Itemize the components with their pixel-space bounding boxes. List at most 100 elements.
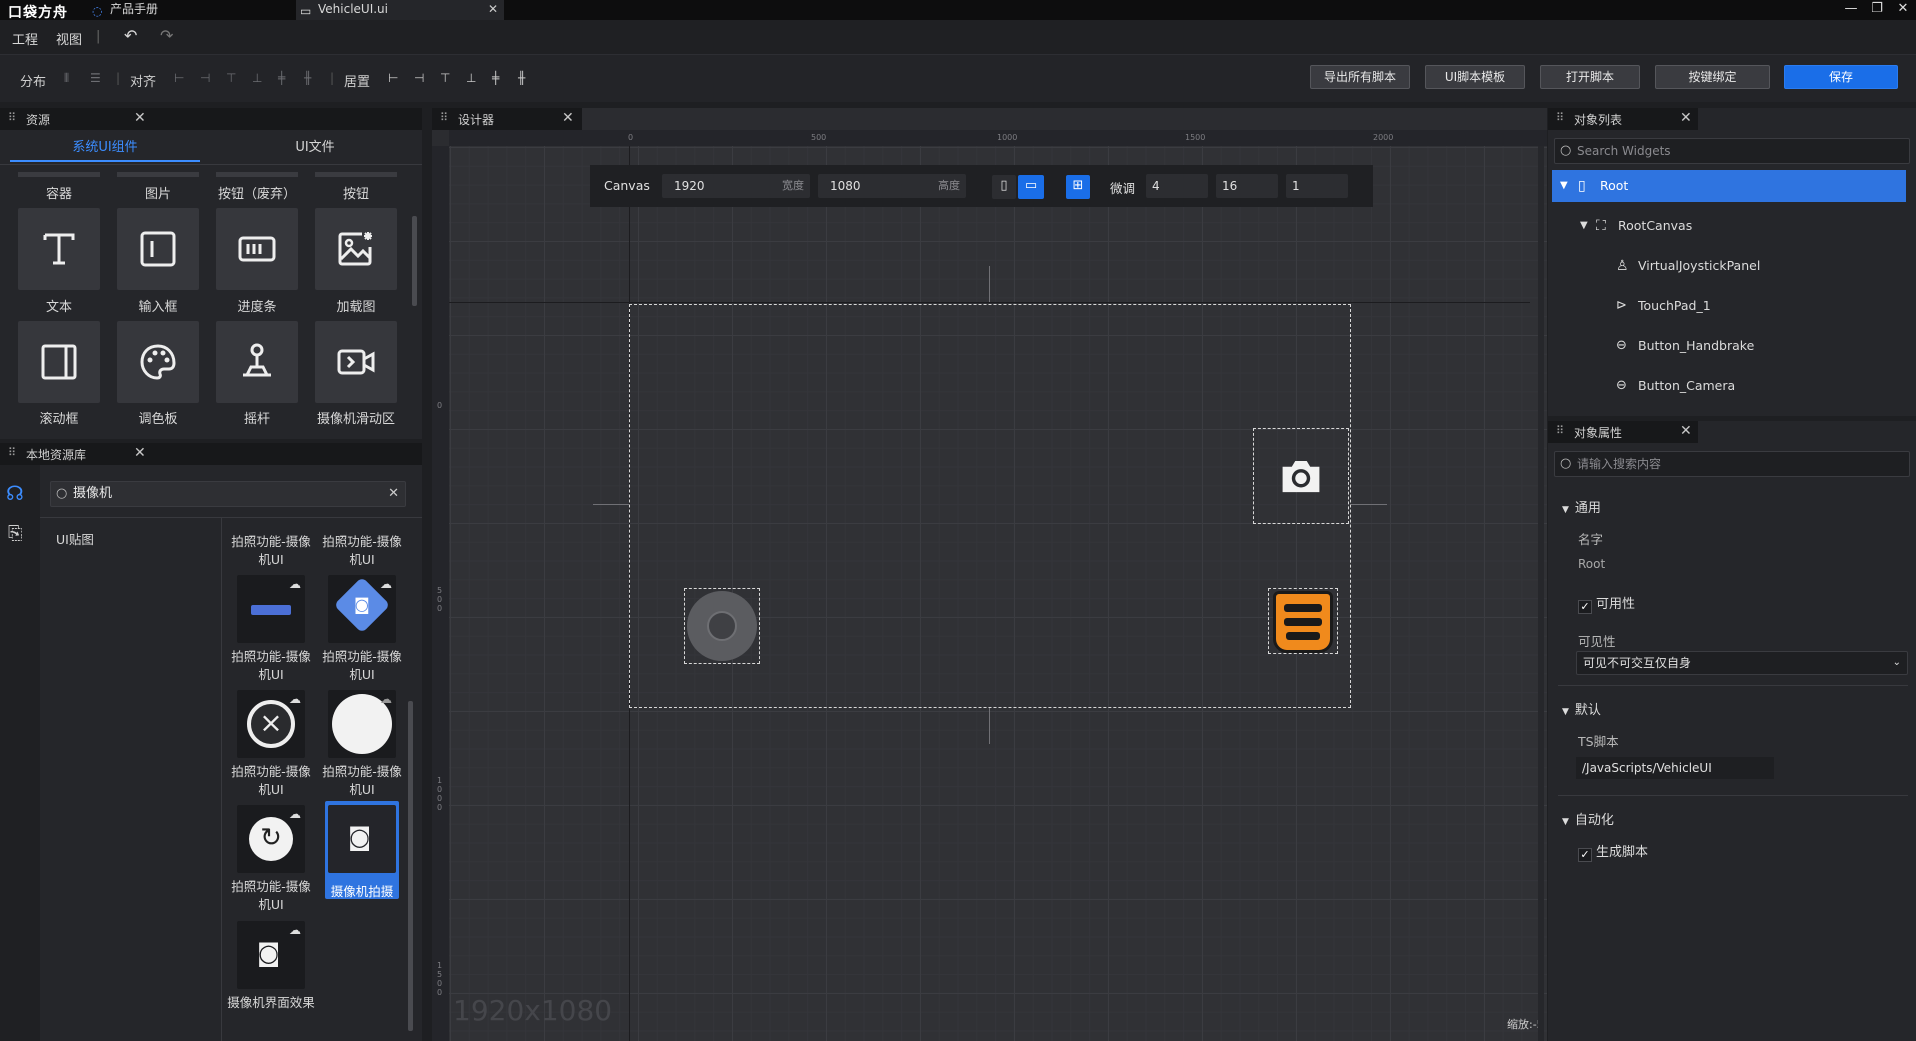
undo-icon[interactable]: ↶ [124,26,137,45]
component-loading-image[interactable] [315,208,397,290]
place-right-icon[interactable]: ⊣ [414,71,424,85]
resources-scrollbar[interactable] [412,216,417,306]
property-search-input[interactable]: ○ 请输入搜索内容 [1554,451,1910,477]
distribute-vertical-icon[interactable]: ☰ [90,71,101,85]
button-camera-widget[interactable] [1253,428,1349,524]
component-progress[interactable] [216,208,298,290]
tab-vehicleui[interactable]: ▭ VehicleUI.ui ✕ [296,0,504,20]
widget-search-input[interactable]: ○ Search Widgets [1554,138,1910,164]
tree-item-button-handbrake[interactable]: ⊖ Button_Handbrake [1552,330,1906,362]
align-center-v-icon[interactable]: ╪ [278,71,285,85]
library-search-input[interactable]: ○ 摄像机 ✕ [50,481,406,507]
asset-thumbnail[interactable]: ◙ ☁ [328,575,396,643]
canvas-width-input[interactable]: 1920 宽度 [662,174,810,198]
fine-tune-input-1[interactable]: 4 [1146,174,1208,198]
cloud-download-icon[interactable]: ☁ [380,577,392,591]
place-bottom-icon[interactable]: ⊥ [466,71,476,85]
expand-arrow-icon[interactable]: ▼ [1560,170,1568,202]
menu-project[interactable]: 工程 [12,29,38,48]
designer-scrollbar[interactable] [1538,146,1544,1041]
generate-script-checkbox[interactable]: ✓ 生成脚本 [1578,841,1648,862]
component-palette[interactable] [117,321,199,403]
cloud-download-icon[interactable]: ☁ [289,807,301,821]
script-file-icon[interactable]: ⎘ [8,523,22,544]
tree-item-button-camera[interactable]: ⊖ Button_Camera [1552,370,1906,402]
tree-item-virtualjoystickpanel[interactable]: ♙ VirtualJoystickPanel [1552,250,1906,282]
section-automation[interactable]: ▼ 自动化 [1562,809,1614,828]
asset-thumbnail[interactable]: ↻ ☁ [237,805,305,873]
open-script-button[interactable]: 打开脚本 [1540,65,1640,89]
drag-handle-icon[interactable]: ⠿ [8,446,16,459]
expand-arrow-icon[interactable]: ▼ [1580,210,1588,242]
close-object-list-icon[interactable]: ✕ [1680,110,1692,126]
tree-item-touchpad[interactable]: ⊳ TouchPad_1 [1552,290,1906,322]
close-resources-icon[interactable]: ✕ [134,110,146,126]
ts-script-field[interactable]: /JavaScripts/VehicleUI [1576,757,1774,779]
fine-tune-input-2[interactable]: 16 [1216,174,1278,198]
close-window-button[interactable]: ✕ [1892,0,1914,20]
cloud-download-icon[interactable]: ☁ [289,923,301,937]
align-bottom-icon[interactable]: ⊥ [252,71,262,85]
category-image[interactable]: 图片 [117,183,199,202]
component-input[interactable] [117,208,199,290]
place-left-icon[interactable]: ⊢ [388,71,398,85]
component-text[interactable] [18,208,100,290]
ui-script-template-button[interactable]: UI脚本模板 [1425,65,1525,89]
place-center-h-icon[interactable]: ╫ [518,71,525,85]
grid-toggle-icon[interactable]: ⊞ [1066,175,1090,199]
name-value[interactable]: Root [1578,557,1605,571]
asset-thumbnail[interactable]: ◙ ☁ [237,921,305,989]
asset-thumbnail[interactable]: ☁ [328,690,396,758]
shapes-icon[interactable]: ☊ [6,481,24,505]
save-button[interactable]: 保存 [1784,65,1898,89]
library-scrollbar[interactable] [408,701,413,1031]
tree-item-root[interactable]: ▼ ▯ Root [1552,170,1906,202]
tab-ui-files[interactable]: UI文件 [220,136,410,162]
key-binding-button[interactable]: 按键绑定 [1655,65,1770,89]
cloud-download-icon[interactable]: ☁ [380,692,392,706]
section-general[interactable]: ▼ 通用 [1562,497,1601,516]
asset-thumbnail[interactable]: ◙ [328,805,396,873]
tree-item-rootcanvas[interactable]: ▼ ⛶ RootCanvas [1552,210,1906,242]
category-button-deprecated[interactable]: 按钮（废弃） [208,183,306,202]
portrait-icon[interactable]: ▯ [992,175,1016,199]
drag-handle-icon[interactable]: ⠿ [1556,424,1564,437]
button-handbrake-widget[interactable] [1268,588,1338,654]
menu-view[interactable]: 视图 [56,29,82,48]
minimize-button[interactable]: — [1840,0,1862,20]
category-button[interactable]: 按钮 [315,183,397,202]
tab-system-ui[interactable]: 系统UI组件 [10,136,200,162]
restore-button[interactable]: ❐ [1866,0,1888,20]
enabled-checkbox[interactable]: ✓ 可用性 [1578,593,1635,614]
clear-search-icon[interactable]: ✕ [388,482,399,506]
section-default[interactable]: ▼ 默认 [1562,699,1601,718]
visibility-select[interactable]: 可见不可交互仅自身 ⌄ [1576,651,1908,675]
design-grid[interactable]: 1920x1080 缩放:-5 [449,146,1547,1041]
close-designer-icon[interactable]: ✕ [562,110,574,126]
export-all-scripts-button[interactable]: 导出所有脚本 [1310,65,1410,89]
component-scroll-box[interactable] [18,321,100,403]
drag-handle-icon[interactable]: ⠿ [8,111,16,124]
cloud-download-icon[interactable]: ☁ [289,577,301,591]
virtual-joystick-widget[interactable] [684,588,760,664]
landscape-icon[interactable]: ▭ [1018,175,1044,199]
cloud-download-icon[interactable]: ☁ [289,692,301,706]
asset-thumbnail[interactable]: ☁ [237,575,305,643]
canvas-height-input[interactable]: 1080 高度 [818,174,966,198]
align-center-h-icon[interactable]: ╫ [304,71,311,85]
align-top-icon[interactable]: ⊤ [226,71,236,85]
align-left-icon[interactable]: ⊢ [174,71,184,85]
close-tab-icon[interactable]: ✕ [488,0,498,18]
distribute-horizontal-icon[interactable]: ⫴ [64,71,69,86]
drag-handle-icon[interactable]: ⠿ [440,111,448,124]
category-container[interactable]: 容器 [18,183,100,202]
close-properties-icon[interactable]: ✕ [1680,423,1692,439]
fine-tune-input-3[interactable]: 1 [1286,174,1348,198]
drag-handle-icon[interactable]: ⠿ [1556,111,1564,124]
tab-product-manual[interactable]: ◌ 产品手册 [88,0,288,20]
redo-icon[interactable]: ↷ [160,26,173,45]
place-top-icon[interactable]: ⊤ [440,71,450,85]
component-camera-slide[interactable] [315,321,397,403]
place-center-v-icon[interactable]: ╪ [492,71,499,85]
align-right-icon[interactable]: ⊣ [200,71,210,85]
